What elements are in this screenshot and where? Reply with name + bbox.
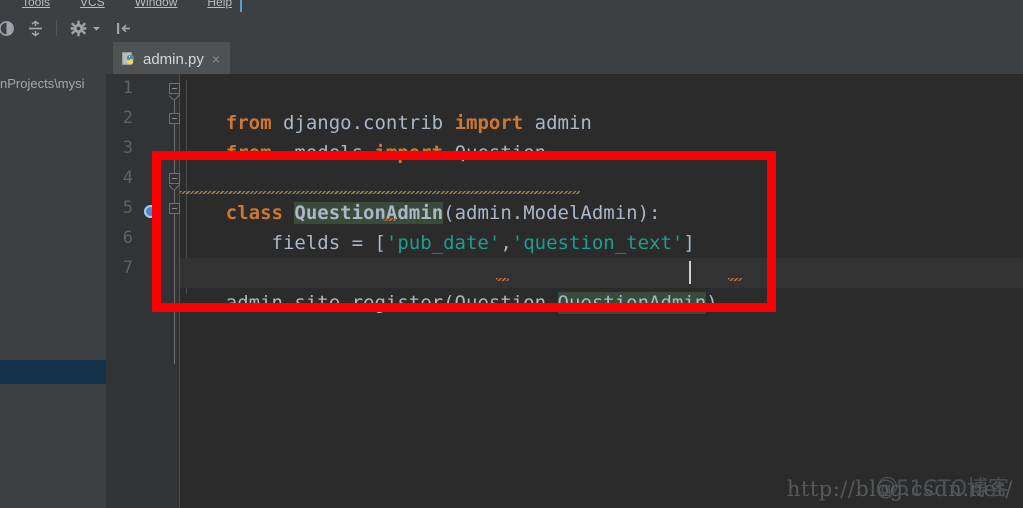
tab-label: admin.py	[143, 50, 204, 68]
menu-item-help[interactable]: Help	[207, 0, 232, 9]
code-fold-guide	[174, 190, 175, 204]
token-identifier: admin.site.register(Question	[225, 292, 547, 314]
project-path-label: nProjects\mysi	[0, 76, 85, 91]
line-number: 7	[122, 258, 133, 278]
code-fold-toggle-line-1[interactable]	[169, 83, 180, 94]
editor-gutter[interactable]: 1 2 3 4 5 6 7	[106, 74, 180, 508]
history-icon[interactable]	[0, 18, 16, 38]
menu-bar: Tools VCS Window Help	[0, 0, 1023, 14]
breakpoint-icon[interactable]	[144, 205, 157, 218]
text-caret	[689, 261, 691, 284]
line-number: 1	[122, 78, 133, 98]
menu-bar-caret	[240, 0, 242, 12]
editor-tab-bar: admin.py ×	[106, 42, 1023, 74]
warning-squiggle-line-4	[180, 191, 580, 194]
code-fold-guide	[174, 100, 175, 114]
line-number: 5	[122, 198, 133, 218]
settings-gear-icon[interactable]	[68, 18, 88, 38]
line-number: 6	[122, 228, 133, 248]
code-fold-toggle-line-5[interactable]	[169, 203, 180, 214]
token-identifier-under-caret: QuestionAdmin	[557, 292, 707, 314]
close-icon[interactable]: ×	[212, 52, 220, 66]
split-vertically-icon[interactable]	[25, 18, 45, 38]
code-fold-toggle-line-2[interactable]	[169, 113, 180, 124]
error-squiggle-line-5	[383, 218, 396, 221]
error-squiggle-line-7	[496, 278, 509, 281]
code-line-6[interactable]	[180, 228, 1023, 258]
toolbar-separator	[56, 20, 57, 36]
toolbar-icon-group	[0, 14, 134, 42]
error-squiggle-line-7-end	[728, 278, 742, 281]
code-editor[interactable]: from django.contrib import admin from .m…	[180, 74, 1023, 508]
code-line-5[interactable]: fields = ['pub_date','question_text']	[180, 198, 1023, 254]
menu-bar-items: Tools VCS Window Help	[0, 0, 232, 13]
code-fold-guide	[174, 214, 175, 364]
tab-admin-py[interactable]: admin.py ×	[113, 42, 231, 74]
code-line-7[interactable]: admin.site.register(Question,QuestionAdm…	[180, 258, 1023, 314]
menu-item-tools[interactable]: Tools	[22, 0, 50, 9]
hide-panel-icon[interactable]	[114, 18, 134, 38]
menu-item-window[interactable]: Window	[135, 0, 178, 9]
gear-dropdown-arrow-icon[interactable]	[91, 18, 101, 38]
code-line-2[interactable]: from .models import Question	[180, 108, 1023, 164]
token-comma: ,	[546, 292, 558, 314]
line-number: 3	[122, 138, 133, 158]
code-line-3[interactable]	[180, 138, 1023, 168]
project-tool-window[interactable]: nProjects\mysi	[0, 42, 106, 508]
toolbar	[0, 14, 1023, 43]
watermark-ring-icon	[878, 477, 897, 496]
project-selected-row[interactable]	[0, 360, 106, 384]
python-file-icon	[121, 51, 137, 67]
code-fold-toggle-line-4[interactable]	[169, 173, 180, 184]
line-number: 4	[122, 168, 133, 188]
line-number: 2	[122, 108, 133, 128]
token-paren: )	[706, 292, 718, 314]
menu-item-vcs[interactable]: VCS	[80, 0, 105, 9]
code-line-1[interactable]: from django.contrib import admin	[180, 78, 1023, 134]
code-fold-guide	[174, 124, 175, 173]
